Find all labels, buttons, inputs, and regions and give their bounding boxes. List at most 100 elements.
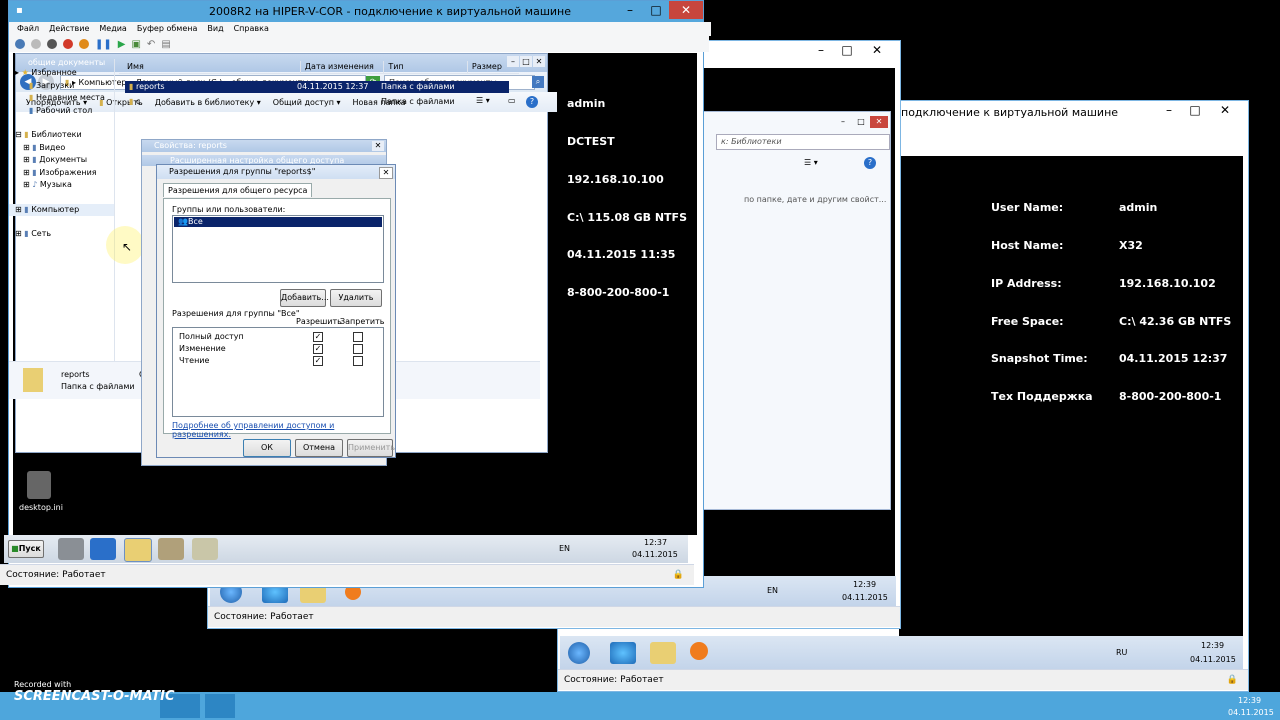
tree-favorites[interactable]: ▸ ★ Избранное — [15, 67, 114, 80]
ie-icon[interactable] — [610, 642, 636, 664]
close-button[interactable]: ✕ — [533, 56, 545, 67]
menu-view[interactable]: Вид — [207, 22, 223, 36]
shutdown-icon[interactable] — [63, 39, 73, 49]
tray-time[interactable]: 12:39 — [1201, 641, 1224, 650]
start-vm-icon[interactable] — [31, 39, 41, 49]
ok-button[interactable]: ОК — [243, 439, 291, 457]
close-button[interactable]: ✕ — [669, 1, 703, 19]
ctrl-alt-del-icon[interactable] — [15, 39, 25, 49]
preview-pane-icon[interactable]: ▭ — [508, 96, 516, 105]
tray-time[interactable]: 12:39 — [853, 580, 876, 589]
document-icon[interactable] — [192, 538, 218, 560]
host-time[interactable]: 12:39 — [1238, 696, 1261, 705]
tray-time[interactable]: 12:37 — [644, 538, 667, 547]
menu-file[interactable]: Файл — [17, 22, 39, 36]
maximize-button[interactable]: □ — [834, 41, 860, 59]
menu-help[interactable]: Справка — [234, 22, 269, 36]
perm-full-deny-checkbox[interactable] — [353, 332, 363, 342]
search-icon[interactable]: ⌕ — [532, 76, 544, 88]
tree-downloads[interactable]: ▮ Загрузки — [15, 80, 114, 93]
info-value: 8-800-200-800-1 — [1119, 390, 1222, 404]
tree-computer[interactable]: ⊞ ▮ Компьютер — [9, 203, 114, 216]
minimize-button[interactable]: – — [617, 1, 643, 19]
cancel-button[interactable]: Отмена — [295, 439, 343, 457]
tree-libraries[interactable]: ⊟ ▮ Библиотеки — [15, 129, 114, 142]
host-date[interactable]: 04.11.2015 — [1228, 708, 1274, 717]
save-state-icon[interactable] — [79, 39, 89, 49]
table-row[interactable]: ▮ reports 04.11.2015 12:37 Папка с файла… — [125, 81, 509, 93]
resume-icon[interactable]: ▶ — [118, 39, 126, 50]
tree-network[interactable]: ⊞ ▮ Сеть — [15, 228, 114, 241]
settings-file-icon — [27, 471, 51, 499]
column-size[interactable]: Размер — [468, 61, 519, 73]
maximize-button[interactable]: □ — [643, 1, 669, 19]
view-toggle-icon[interactable]: ☰ ▾ — [804, 158, 818, 167]
table-row[interactable]: ▮ с Папка с файлами — [125, 96, 509, 108]
maximize-button[interactable]: □ — [1182, 101, 1208, 119]
group-item-everyone[interactable]: 👥Все — [174, 217, 382, 227]
close-button[interactable]: ✕ — [860, 41, 894, 59]
tab-share-permissions[interactable]: Разрешения для общего ресурса — [163, 183, 313, 197]
add-button[interactable]: Добавить... — [280, 289, 329, 307]
tree-images[interactable]: ⊞ ▮ Изображения — [15, 167, 114, 180]
snapshot-icon[interactable]: ▣ — [131, 39, 140, 50]
minimize-button[interactable]: – — [808, 41, 834, 59]
tab-panel: Группы или пользователи: 👥Все Добавить..… — [163, 198, 391, 439]
tray-date[interactable]: 04.11.2015 — [1190, 655, 1236, 664]
desktop-icon-desktop-ini[interactable]: desktop.ini — [19, 471, 63, 512]
minimize-button[interactable]: – — [834, 116, 852, 128]
maximize-button[interactable]: □ — [520, 56, 532, 67]
folder-icon[interactable] — [650, 642, 676, 664]
tree-desktop[interactable]: ▮ Рабочий стол — [15, 105, 114, 118]
perm-change-deny-checkbox[interactable] — [353, 344, 363, 354]
pause-icon[interactable]: ❚❚ — [95, 39, 112, 50]
search-placeholder: к: Библиотеки — [721, 137, 782, 146]
groups-listbox[interactable]: 👥Все — [172, 215, 384, 283]
start-orb-icon[interactable] — [568, 642, 590, 664]
help-link[interactable]: Подробнее об управлении доступом и разре… — [172, 421, 390, 439]
lang-indicator[interactable]: EN — [767, 586, 778, 595]
tray-date[interactable]: 04.11.2015 — [632, 550, 678, 559]
tree-documents[interactable]: ⊞ ▮ Документы — [15, 154, 114, 167]
tray-date[interactable]: 04.11.2015 — [842, 593, 888, 602]
close-button[interactable]: ✕ — [1208, 101, 1242, 119]
start-button[interactable]: ■Пуск — [8, 540, 44, 558]
column-name[interactable]: Имя — [119, 61, 301, 73]
menu-clipboard[interactable]: Буфер обмена — [137, 22, 198, 36]
perm-full-allow-checkbox[interactable]: ✓ — [313, 332, 323, 342]
lang-indicator[interactable]: RU — [1116, 648, 1127, 657]
perm-change-allow-checkbox[interactable]: ✓ — [313, 344, 323, 354]
revert-icon[interactable]: ↶ — [147, 39, 155, 50]
menu-action[interactable]: Действие — [49, 22, 89, 36]
menu-media[interactable]: Медиа — [99, 22, 126, 36]
close-button[interactable]: ✕ — [379, 167, 393, 179]
taskbar-app-icon[interactable] — [205, 694, 235, 718]
column-type[interactable]: Тип — [384, 61, 468, 73]
lang-indicator[interactable]: EN — [559, 544, 570, 553]
close-button[interactable]: ✕ — [372, 141, 384, 151]
perm-read-deny-checkbox[interactable] — [353, 356, 363, 366]
media-player-icon[interactable] — [690, 642, 708, 660]
help-icon[interactable]: ? — [526, 96, 538, 108]
search-input[interactable]: к: Библиотеки — [716, 134, 890, 150]
apply-button[interactable]: Применить — [347, 439, 395, 457]
remove-button[interactable]: Удалить — [330, 289, 382, 307]
server-manager-icon[interactable] — [58, 538, 84, 560]
perm-read-allow-checkbox[interactable]: ✓ — [313, 356, 323, 366]
help-icon[interactable]: ? — [864, 157, 876, 169]
close-button[interactable]: ✕ — [870, 116, 888, 128]
minimize-button[interactable]: – — [1156, 101, 1182, 119]
status-text: Состояние: Работает — [564, 675, 664, 685]
host-taskbar: 12:39 04.11.2015 — [0, 692, 1280, 720]
maximize-button[interactable]: □ — [852, 116, 870, 128]
enhanced-session-icon[interactable]: ▤ — [161, 39, 170, 50]
column-date[interactable]: Дата изменения — [301, 61, 385, 73]
tree-video[interactable]: ⊞ ▮ Видео — [15, 142, 114, 155]
tree-music[interactable]: ⊞ ♪ Музыка — [15, 179, 114, 192]
powershell-icon[interactable] — [90, 538, 116, 560]
deny-header: Запретить — [340, 317, 385, 326]
tree-recent[interactable]: ▮ Недавние места — [15, 92, 114, 105]
explorer-icon[interactable] — [124, 538, 152, 562]
turn-off-icon[interactable] — [47, 39, 57, 49]
tools-icon[interactable] — [158, 538, 184, 560]
